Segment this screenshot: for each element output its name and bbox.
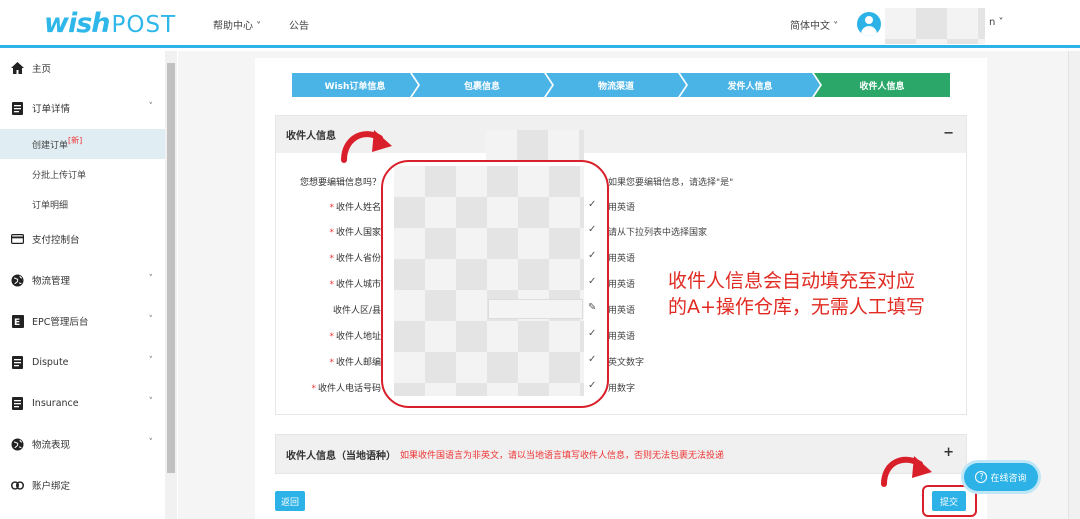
hint-address: 用英语 xyxy=(608,332,636,342)
chevron-down-icon: ˅ xyxy=(148,356,154,366)
logo-post-text: POST xyxy=(111,12,177,38)
sidebar-subitem-label: 分批上传订单 xyxy=(32,170,87,181)
sidebar-item-epc[interactable]: E EPC管理后台 ˅ xyxy=(0,306,165,336)
hint-edit-info: 如果您要编辑信息，请选择"是" xyxy=(608,178,734,188)
label-recipient-province: * 收件人省份 xyxy=(329,254,381,264)
sidebar-item-label: 支付控制台 xyxy=(32,235,80,246)
section-title: 收件人信息（当地语种） xyxy=(286,450,396,462)
step-recipient-info[interactable]: 收件人信息 xyxy=(814,73,950,97)
document-icon xyxy=(11,355,24,369)
sidebar-item-label: 物流管理 xyxy=(32,276,71,287)
sidebar-item-label: 主页 xyxy=(32,64,52,75)
label-recipient-district: 收件人区/县 xyxy=(332,306,381,316)
back-button[interactable]: 返回 xyxy=(275,491,305,511)
sidebar-item-label: 物流表现 xyxy=(32,440,71,451)
sidebar-item-account-binding[interactable]: 账户绑定 xyxy=(0,470,165,500)
link-icon xyxy=(11,479,24,492)
step-logistics-channel[interactable]: 物流渠道 xyxy=(546,73,686,97)
nav-help-center[interactable]: 帮助中心 ˅ xyxy=(213,17,261,32)
hint-name: 用英语 xyxy=(608,203,636,213)
submit-button[interactable]: 提交 xyxy=(932,491,966,511)
user-avatar-icon[interactable] xyxy=(857,12,881,36)
sidebar-item-label: Insurance xyxy=(32,397,79,409)
sidebar-item-dispute[interactable]: Dispute ˅ xyxy=(0,347,165,377)
globe-icon xyxy=(11,438,24,451)
label-edit-info: 您想要编辑信息吗？ xyxy=(299,178,381,188)
annotation-highlight-oval xyxy=(381,160,609,408)
label-recipient-postcode: * 收件人邮编 xyxy=(329,358,381,368)
step-sender-info[interactable]: 发件人信息 xyxy=(680,73,820,97)
local-language-warning: 如果收件国语言为非英文，请以当地语言填写收件人信息，否则无法包裹无法投递 xyxy=(400,450,725,461)
label-recipient-city: * 收件人城市 xyxy=(329,280,381,290)
section-title: 收件人信息 xyxy=(286,131,336,142)
globe-icon xyxy=(11,274,24,287)
question-icon: ? xyxy=(975,471,988,483)
step-wish-order-info[interactable]: Wish订单信息 xyxy=(292,73,418,97)
epc-icon: E xyxy=(11,314,24,328)
sidebar-scroll-thumb[interactable] xyxy=(167,63,175,473)
nav-announcements[interactable]: 公告 xyxy=(289,17,309,32)
sidebar: 主页 订单详情 ˅ 创建订单 [新] 分批上传订单 订单明细 支付控制台 物流管… xyxy=(0,51,177,519)
sidebar-subitem-label: 创建订单 xyxy=(32,140,69,151)
sidebar-scrollbar[interactable] xyxy=(165,51,177,519)
sidebar-item-home[interactable]: 主页 xyxy=(0,53,165,83)
sidebar-item-label: Dispute xyxy=(32,356,69,368)
hint-city: 用英语 xyxy=(608,280,636,290)
hint-country: 请从下拉列表中选择国家 xyxy=(608,228,708,238)
order-steps: Wish订单信息 包裹信息 物流渠道 发件人信息 收件人信息 xyxy=(292,73,950,97)
chevron-down-icon: ˅ xyxy=(148,315,154,325)
annotation-arrow-icon xyxy=(341,130,392,163)
home-icon xyxy=(11,62,24,75)
sidebar-item-logistics-performance[interactable]: 物流表现 ˅ xyxy=(0,429,165,459)
language-select[interactable]: 简体中文 ˅ xyxy=(790,17,838,32)
sidebar-item-logistics[interactable]: 物流管理 ˅ xyxy=(0,265,165,295)
page-scrollbar[interactable] xyxy=(1068,51,1080,519)
document-icon xyxy=(11,396,24,410)
step-package-info[interactable]: 包裹信息 xyxy=(412,73,552,97)
card-icon xyxy=(11,233,24,246)
annotation-line-1: 收件人信息会自动填充至对应 xyxy=(668,270,916,292)
hint-phone: 用数字 xyxy=(608,384,636,394)
annotation-line-2: 的A+操作仓库，无需人工填写 xyxy=(668,296,925,318)
expand-toggle[interactable]: + xyxy=(943,445,954,460)
sidebar-item-label: 账户绑定 xyxy=(32,481,71,492)
sidebar-subitem-create-order[interactable]: 创建订单 [新] xyxy=(0,129,165,159)
label-recipient-name: * 收件人姓名 xyxy=(329,203,381,213)
label-recipient-country: * 收件人国家 xyxy=(329,228,381,238)
document-icon xyxy=(11,101,24,115)
sidebar-item-order-details[interactable]: 订单详情 ˅ xyxy=(0,93,165,123)
collapse-toggle[interactable]: − xyxy=(943,126,954,141)
recipient-local-language-section: 收件人信息（当地语种） 如果收件国语言为非英文，请以当地语言填写收件人信息，否则… xyxy=(275,434,967,474)
annotation-text: 收件人信息会自动填充至对应 的A+操作仓库，无需人工填写 xyxy=(668,268,978,320)
sidebar-item-label: EPC管理后台 xyxy=(32,317,89,328)
hint-district: 用英语 xyxy=(608,306,636,316)
sidebar-subitem-label: 订单明细 xyxy=(32,200,69,211)
new-badge: [新] xyxy=(68,135,83,145)
chevron-down-icon: ˅ xyxy=(148,102,154,112)
local-section-header[interactable]: 收件人信息（当地语种） 如果收件国语言为非英文，请以当地语言填写收件人信息，否则… xyxy=(276,435,966,473)
redacted-username xyxy=(885,8,985,44)
sidebar-item-payment[interactable]: 支付控制台 xyxy=(0,224,165,254)
hint-postcode: 英文数字 xyxy=(608,358,645,368)
logo-wish-text: wish xyxy=(44,8,110,39)
label-recipient-phone: * 收件人电话号码 xyxy=(311,384,381,394)
user-menu-chevron[interactable]: n ˅ xyxy=(989,17,1004,28)
online-chat-button[interactable]: ? 在线咨询 xyxy=(964,463,1038,491)
chevron-down-icon: ˅ xyxy=(148,274,154,284)
chat-label: 在线咨询 xyxy=(990,473,1027,484)
svg-text:E: E xyxy=(14,318,20,328)
chevron-down-icon: ˅ xyxy=(148,397,154,407)
top-bar: wish POST 帮助中心 ˅ 公告 简体中文 ˅ n ˅ xyxy=(0,0,1080,48)
redacted-header-area xyxy=(486,130,584,162)
wishpost-logo[interactable]: wish POST xyxy=(44,8,177,39)
label-recipient-address: * 收件人地址 xyxy=(329,332,381,342)
sidebar-subitem-order-list[interactable]: 订单明细 xyxy=(0,189,165,219)
sidebar-subitem-batch-upload[interactable]: 分批上传订单 xyxy=(0,159,165,189)
chevron-down-icon: ˅ xyxy=(148,438,154,448)
annotation-arrow-icon xyxy=(881,456,932,487)
sidebar-item-insurance[interactable]: Insurance ˅ xyxy=(0,388,165,418)
hint-province: 用英语 xyxy=(608,254,636,264)
sidebar-item-label: 订单详情 xyxy=(32,104,71,115)
